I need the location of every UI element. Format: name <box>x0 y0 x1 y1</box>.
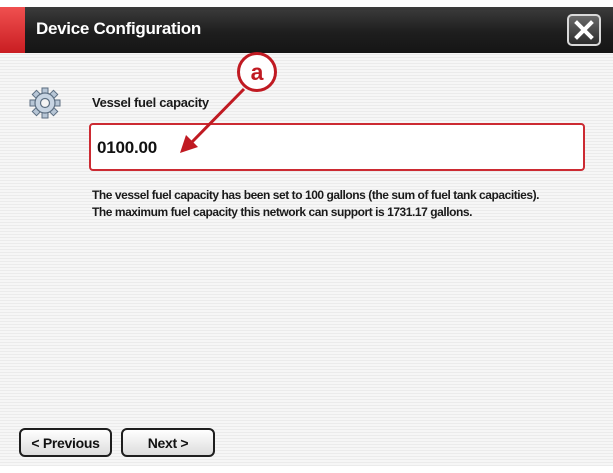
gear-icon <box>28 86 62 120</box>
description-line-1: The vessel fuel capacity has been set to… <box>92 188 540 202</box>
next-button[interactable]: Next > <box>121 428 215 457</box>
close-icon <box>574 20 594 40</box>
title-bar: Device Configuration <box>0 7 613 53</box>
title-accent-strip <box>0 7 25 53</box>
vessel-fuel-capacity-label: Vessel fuel capacity <box>92 95 209 110</box>
capacity-description: The vessel fuel capacity has been set to… <box>92 187 602 221</box>
close-button[interactable] <box>567 14 601 46</box>
device-configuration-dialog: Device Configuration Vessel fuel capacit… <box>0 7 613 466</box>
annotation-marker: a <box>237 52 277 92</box>
previous-button[interactable]: < Previous <box>19 428 112 457</box>
description-line-2: The maximum fuel capacity this network c… <box>92 205 472 219</box>
vessel-fuel-capacity-input[interactable]: 0100.00 <box>89 123 585 171</box>
dialog-title: Device Configuration <box>36 19 201 38</box>
vessel-fuel-capacity-value: 0100.00 <box>97 138 158 157</box>
